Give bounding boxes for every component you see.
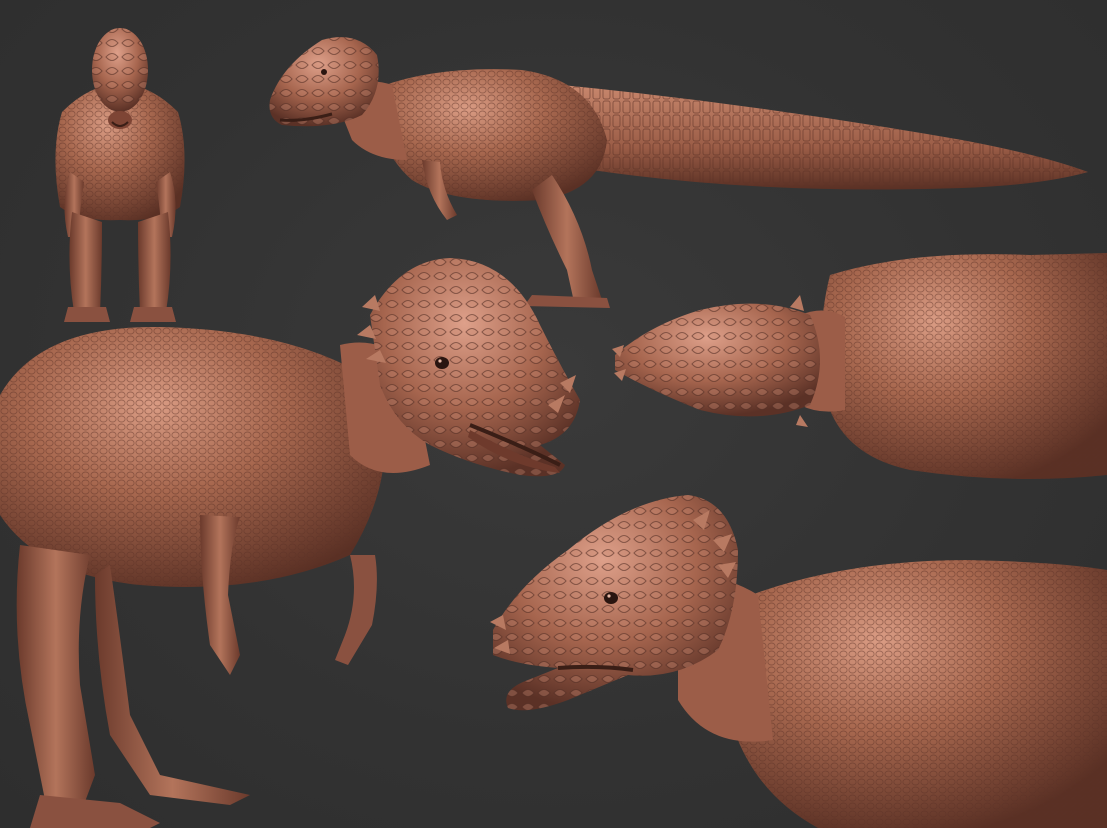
- dinosaur-head-closeup-render: [490, 495, 1107, 828]
- top-view: [610, 245, 1107, 485]
- render-canvas: [0, 0, 1107, 828]
- dinosaur-top-render: [612, 253, 1107, 479]
- head-closeup-view: [488, 490, 1107, 828]
